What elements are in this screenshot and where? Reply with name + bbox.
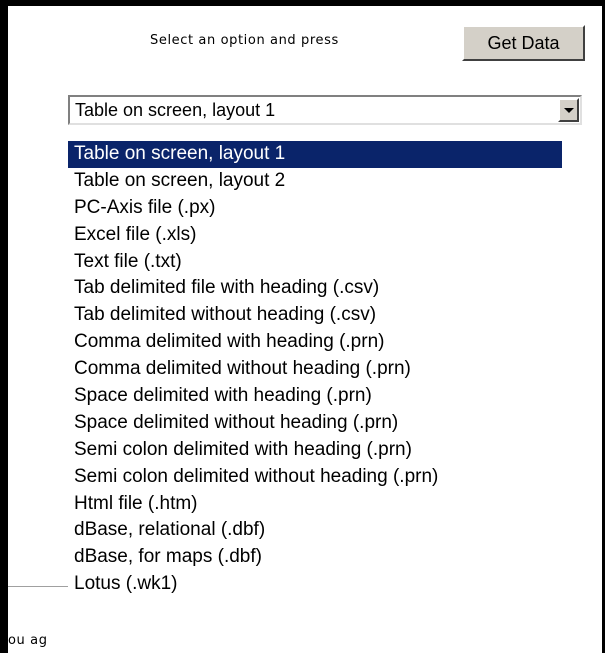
output-format-select[interactable]: Table on screen, layout 1 <box>68 95 582 125</box>
background-text-fragment: ou ag <box>8 633 48 648</box>
dropdown-options-list: Table on screen, layout 1 Table on scree… <box>68 141 562 653</box>
window-border-left <box>0 0 8 653</box>
dropdown-option[interactable]: Text file (.txt) <box>68 249 562 276</box>
dropdown-option[interactable]: dBase, for maps (.dbf) <box>68 544 562 571</box>
dropdown-option[interactable]: Table on screen, layout 1 <box>68 141 562 168</box>
dropdown-option[interactable]: Lotus (.wk1) <box>68 571 562 598</box>
divider-line <box>8 586 70 587</box>
dropdown-option[interactable]: Semi colon delimited with heading (.prn) <box>68 437 562 464</box>
window-border-top <box>0 0 605 6</box>
dropdown-option[interactable]: Comma delimited without heading (.prn) <box>68 356 562 383</box>
dropdown-option[interactable]: Excel file (.xls) <box>68 222 562 249</box>
dropdown-option[interactable]: Html file (.htm) <box>68 491 562 518</box>
dropdown-option[interactable]: PC-Axis file (.px) <box>68 195 562 222</box>
dropdown-option[interactable]: Tab delimited file with heading (.csv) <box>68 275 562 302</box>
dropdown-option[interactable]: Semi colon delimited without heading (.p… <box>68 464 562 491</box>
dropdown-option[interactable]: Space delimited without heading (.prn) <box>68 410 562 437</box>
dropdown-toggle-button[interactable] <box>558 98 579 122</box>
select-prompt-label: Select an option and press <box>150 33 339 48</box>
dropdown-option[interactable]: dBase, relational (.dbf) <box>68 517 562 544</box>
dropdown-option[interactable]: Table on screen, layout 2 <box>68 168 562 195</box>
select-current-value: Table on screen, layout 1 <box>75 100 276 120</box>
dropdown-option[interactable]: Tab delimited without heading (.csv) <box>68 302 562 329</box>
dropdown-option[interactable]: Comma delimited with heading (.prn) <box>68 329 562 356</box>
page: Select an option and press Get Data Tabl… <box>0 0 605 653</box>
dropdown-option[interactable]: Space delimited with heading (.prn) <box>68 383 562 410</box>
get-data-button[interactable]: Get Data <box>462 25 585 61</box>
chevron-down-icon <box>564 108 574 113</box>
